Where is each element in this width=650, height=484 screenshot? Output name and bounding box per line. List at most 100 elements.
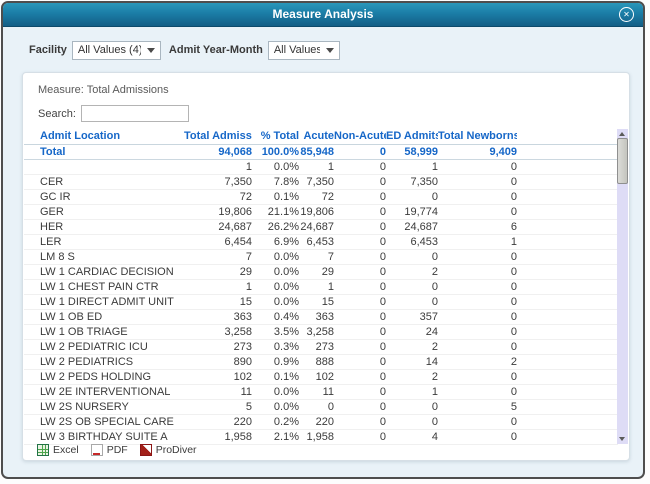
cell-ed-admits: 6,453: [386, 234, 438, 250]
cell-acute: 220: [299, 414, 334, 430]
cell-total: 6.9%: [252, 234, 299, 250]
table-row[interactable]: LW 1 OB ED 363 0.4% 363 0 357 0: [24, 309, 618, 325]
table-row[interactable]: GC IR 72 0.1% 72 0 0 0: [24, 189, 618, 205]
table-row[interactable]: 1 0.0% 1 0 1 0: [24, 159, 618, 175]
cell-filler: [517, 294, 618, 310]
table-row[interactable]: LW 1 DIRECT ADMIT UNIT 15 0.0% 15 0 0 0: [24, 294, 618, 310]
cell-total-admissions: 15: [184, 294, 252, 310]
cell-acute: 888: [299, 354, 334, 370]
facility-dropdown[interactable]: All Values (4): [71, 40, 161, 60]
scroll-down-icon[interactable]: [619, 437, 625, 441]
cell-total: 0.4%: [252, 309, 299, 325]
excel-icon: [37, 444, 49, 456]
cell-acute: 3,258: [299, 324, 334, 340]
table-row[interactable]: LW 2 PEDIATRICS 890 0.9% 888 0 14 2: [24, 354, 618, 370]
cell-acute: 6,453: [299, 234, 334, 250]
cell-total-admissions: 29: [184, 264, 252, 280]
table-row[interactable]: LW 1 OB TRIAGE 3,258 3.5% 3,258 0 24 0: [24, 324, 618, 340]
table-header-row: Admit LocationTotal Admissions% TotalAcu…: [24, 129, 618, 145]
export-prodiver-button[interactable]: ProDiver: [139, 444, 197, 456]
cell-total-admissions: 1,958: [184, 429, 252, 445]
admit-year-month-label: Admit Year-Month: [168, 44, 263, 56]
column-header-non-acute[interactable]: Non-Acute: [334, 129, 386, 145]
cell-total-admissions: 273: [184, 339, 252, 355]
table-row[interactable]: LW 3 BIRTHDAY SUITE A 1,958 2.1% 1,958 0 4 0: [24, 429, 618, 445]
cell-filler: [517, 384, 618, 400]
column-header-ed-admits[interactable]: ED Admits: [386, 129, 438, 145]
cell-non-acute: 0: [334, 354, 386, 370]
cell-acute: 24,687: [299, 219, 334, 235]
facility-label: Facility: [29, 44, 67, 56]
cell-admit-location: LW 1 CHEST PAIN CTR: [24, 279, 184, 295]
cell-acute: 7,350: [299, 174, 334, 190]
cell-total-admissions: 72: [184, 189, 252, 205]
scrollbar-thumb[interactable]: [617, 138, 628, 184]
cell-ed-admits: 7,350: [386, 174, 438, 190]
cell-total-newborns: 0: [438, 249, 517, 265]
column-header-total[interactable]: % Total: [252, 129, 299, 145]
cell-filler: [517, 324, 618, 340]
cell-non-acute: 0: [334, 174, 386, 190]
total-row[interactable]: Total 94,068 100.0% 85,948 0 58,999 9,409: [24, 144, 618, 160]
export-pdf-button[interactable]: PDF: [90, 444, 128, 456]
cell-total-newborns: 0: [438, 339, 517, 355]
admissions-table: Admit LocationTotal Admissions% TotalAcu…: [24, 129, 618, 445]
column-header-acute[interactable]: Acute: [299, 129, 334, 145]
cell-total: 7.8%: [252, 174, 299, 190]
search-row: Search:: [38, 105, 189, 122]
cell-admit-location: LER: [24, 234, 184, 250]
cell-total: 21.1%: [252, 204, 299, 220]
vertical-scrollbar[interactable]: [617, 129, 628, 444]
cell-admit-location: LW 1 CARDIAC DECISION: [24, 264, 184, 280]
table-row[interactable]: LW 1 CARDIAC DECISION 29 0.0% 29 0 2 0: [24, 264, 618, 280]
cell-ed-admits: 19,774: [386, 204, 438, 220]
cell-ed-admits: 14: [386, 354, 438, 370]
cell-admit-location: GC IR: [24, 189, 184, 205]
table-row[interactable]: LW 2S OB SPECIAL CARE 220 0.2% 220 0 0 0: [24, 414, 618, 430]
search-input[interactable]: [80, 105, 189, 122]
admit-year-month-dropdown[interactable]: All Values (58): [267, 40, 340, 60]
export-excel-button[interactable]: Excel: [37, 444, 79, 456]
table-row[interactable]: GER 19,806 21.1% 19,806 0 19,774 0: [24, 204, 618, 220]
close-icon[interactable]: ✕: [619, 7, 634, 22]
column-header-total-newborns[interactable]: Total Newborns: [438, 129, 517, 145]
cell-total-newborns: 1: [438, 234, 517, 250]
column-header-admit-location[interactable]: Admit Location: [24, 129, 184, 145]
cell-filler: [517, 264, 618, 280]
table-row[interactable]: LW 2E INTERVENTIONAL 11 0.0% 11 0 1 0: [24, 384, 618, 400]
measure-label: Measure: Total Admissions: [38, 84, 169, 96]
table-row[interactable]: LW 2S NURSERY 5 0.0% 0 0 0 5: [24, 399, 618, 415]
cell-filler: [517, 309, 618, 325]
cell-total-admissions: 19,806: [184, 204, 252, 220]
column-header-total-admissions[interactable]: Total Admissions: [184, 129, 252, 145]
cell-admit-location: Total: [24, 144, 184, 160]
cell-filler: [517, 174, 618, 190]
table-row[interactable]: LM 8 S 7 0.0% 7 0 0 0: [24, 249, 618, 265]
cell-admit-location: CER: [24, 174, 184, 190]
cell-total: 0.0%: [252, 264, 299, 280]
cell-filler: [517, 369, 618, 385]
cell-acute: 273: [299, 339, 334, 355]
cell-ed-admits: 1: [386, 159, 438, 175]
cell-total-admissions: 5: [184, 399, 252, 415]
cell-acute: 0: [299, 399, 334, 415]
cell-total-admissions: 102: [184, 369, 252, 385]
scroll-up-icon[interactable]: [619, 132, 625, 136]
cell-ed-admits: 2: [386, 264, 438, 280]
cell-total-admissions: 220: [184, 414, 252, 430]
cell-filler: [517, 429, 618, 445]
table-row[interactable]: LW 1 CHEST PAIN CTR 1 0.0% 1 0 0 0: [24, 279, 618, 295]
cell-filler: [517, 219, 618, 235]
cell-acute: 19,806: [299, 204, 334, 220]
cell-non-acute: 0: [334, 324, 386, 340]
cell-ed-admits: 4: [386, 429, 438, 445]
cell-total: 26.2%: [252, 219, 299, 235]
table-row[interactable]: CER 7,350 7.8% 7,350 0 7,350 0: [24, 174, 618, 190]
table-row[interactable]: LW 2 PEDIATRIC ICU 273 0.3% 273 0 2 0: [24, 339, 618, 355]
cell-admit-location: LW 2S NURSERY: [24, 399, 184, 415]
cell-admit-location: LW 1 OB ED: [24, 309, 184, 325]
table-row[interactable]: LER 6,454 6.9% 6,453 0 6,453 1: [24, 234, 618, 250]
table-row[interactable]: LW 2 PEDS HOLDING 102 0.1% 102 0 2 0: [24, 369, 618, 385]
cell-total-newborns: 0: [438, 384, 517, 400]
table-row[interactable]: HER 24,687 26.2% 24,687 0 24,687 6: [24, 219, 618, 235]
